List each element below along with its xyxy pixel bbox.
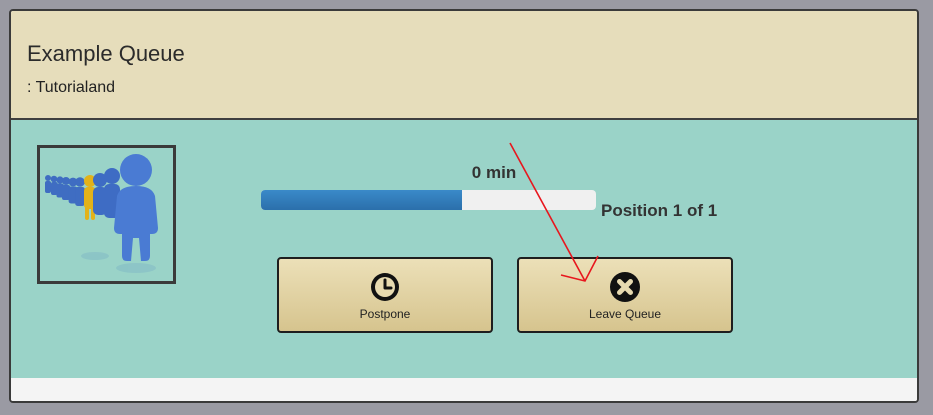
queue-subtitle: : Tutorialand: [27, 79, 116, 96]
clock-icon: [371, 273, 399, 301]
queue-illustration: [37, 145, 176, 284]
postpone-button-label: Postpone: [359, 307, 411, 321]
leave-queue-button[interactable]: Leave Queue: [517, 257, 733, 333]
close-circle-icon: [610, 272, 640, 302]
queue-title: Example Queue: [27, 41, 185, 66]
wait-time-text: 0 min: [471, 163, 517, 182]
queue-progress-fill: [261, 190, 462, 210]
leave-queue-button-label: Leave Queue: [588, 307, 662, 321]
panel-footer: [11, 378, 917, 401]
queue-content: 0 min Position 1 of 1 Postpone Leave Que…: [11, 120, 917, 378]
postpone-button[interactable]: Postpone: [277, 257, 493, 333]
queue-header: Example Queue : Tutorialand: [11, 11, 917, 120]
queue-panel: Example Queue : Tutorialand 0 min Positi…: [9, 9, 919, 403]
queue-progress-bar: [261, 190, 596, 210]
queue-people-illustration: [45, 154, 158, 273]
queue-position-text: Position 1 of 1: [601, 201, 718, 220]
